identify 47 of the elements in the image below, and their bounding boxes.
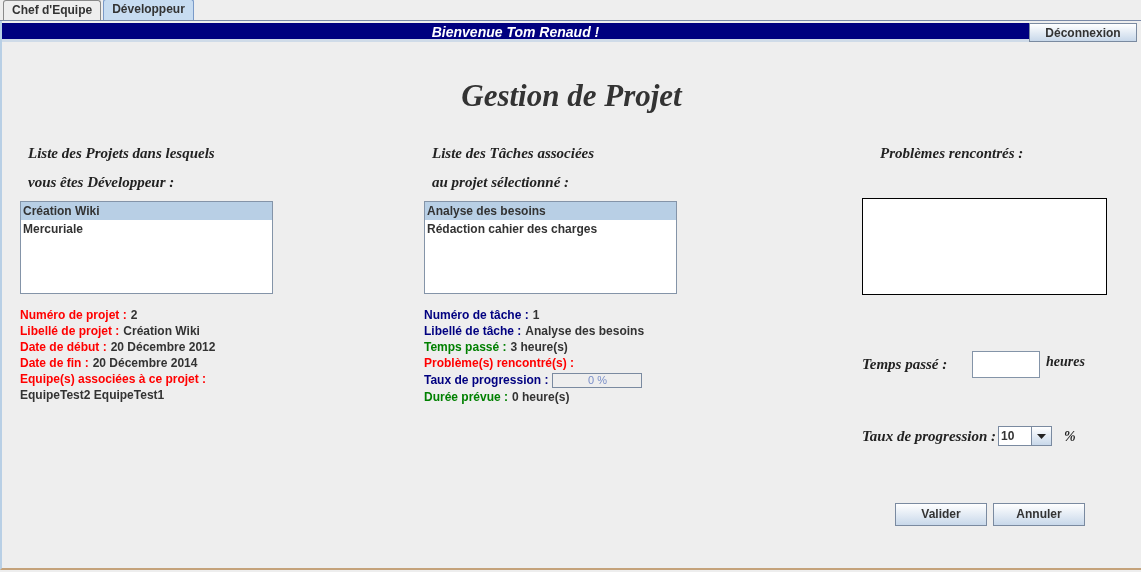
field-value: 0 heure(s) [512,389,570,405]
field-label: Durée prévue : [424,389,509,405]
problems-heading: Problèmes rencontrés : [880,144,1025,162]
field-label: Libellé de tâche : [424,323,522,339]
problems-text-area[interactable] [862,198,1107,295]
list-item[interactable]: Création Wiki [21,202,272,220]
action-button[interactable]: Valider [895,502,987,526]
time-spent-label: Temps passé : [862,355,949,375]
column-heading: Liste des Projets dans lesquels [28,144,216,162]
field-label: Libellé de projet : [20,323,120,339]
field-value: 3 heure(s) [510,339,568,355]
action-button[interactable]: Annuler [993,502,1085,526]
field-label: Taux de progression : [424,372,549,388]
field-label: Problème(s) rencontré(s) : [424,355,575,371]
tab[interactable]: Développeur [103,0,194,20]
field-value: 2 [130,307,138,323]
progress-reading: 0 % [587,373,608,387]
percent-label: % [1064,427,1076,446]
logout-button[interactable]: Déconnexion [1029,23,1137,42]
tab[interactable]: Chef d'Equipe [3,0,102,20]
caret-icon [1037,433,1047,439]
field-label: Date de début : [20,339,107,355]
progress-dropdown[interactable]: 10 [998,426,1053,447]
field-value: Création Wiki [123,323,200,339]
project-list[interactable]: Création Wiki Mercuriale [20,201,273,294]
unit-label: heures [1046,353,1085,371]
page-title: Gestion de Projet [460,77,684,115]
field-label: Numéro de projet : [20,307,127,323]
field-value: 1 [532,307,540,323]
progress-rate-label: Taux de progression : [862,427,997,446]
column-heading: Liste des Tâches associées [432,144,596,162]
field-value: 20 Décembre 2012 [110,339,216,355]
welcome-banner: Bienvenue Tom Renaud ! [2,23,1029,42]
field-value: 20 Décembre 2014 [92,355,198,371]
list-item[interactable]: Rédaction cahier des charges [425,220,676,238]
task-list[interactable]: Analyse des besoins Rédaction cahier des charges [424,201,677,294]
field-label: Numéro de tâche : [424,307,529,323]
teams-value: EquipeTest2 EquipeTest1 [20,387,166,403]
field-label: Date de fin : [20,355,89,371]
field-label: Equipe(s) associées à ce projet : [20,371,207,387]
list-item[interactable]: Mercuriale [21,220,272,238]
time-spent-field[interactable] [972,351,1040,378]
list-item[interactable]: Analyse des besoins [425,202,676,220]
field-value: Analyse des besoins [525,323,645,339]
column-heading: vous êtes Développeur : [28,173,176,191]
field-label: Temps passé : [424,339,507,355]
column-heading: au projet sélectionné : [432,173,571,191]
